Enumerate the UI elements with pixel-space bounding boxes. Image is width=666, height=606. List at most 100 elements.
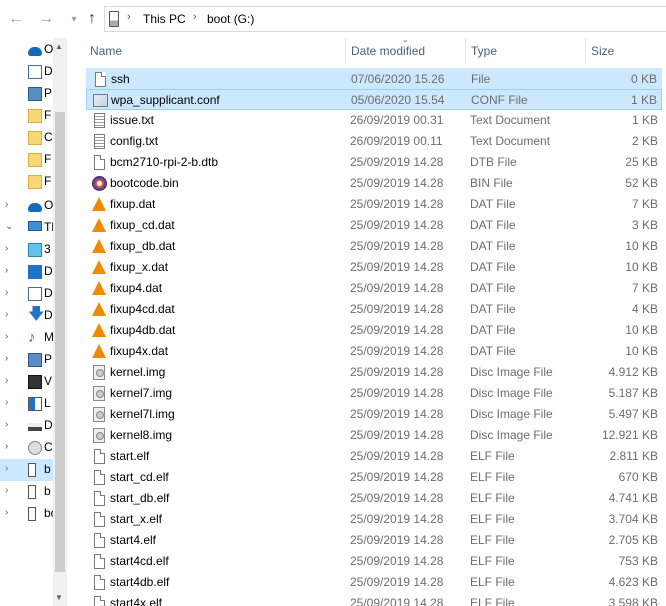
nav-item[interactable]: › ♪ M [0, 327, 53, 349]
file-row[interactable]: fixup_db.dat 25/09/2019 14.28 DAT File 10 K… [86, 236, 662, 257]
nav-item[interactable]: › O [0, 195, 53, 217]
up-arrow-icon[interactable]: ↑ [82, 9, 102, 29]
nav-item[interactable]: › bo [0, 503, 53, 525]
file-row[interactable]: config.txt 26/09/2019 00.11 Text Document 2… [86, 131, 662, 152]
file-type: CONF File [471, 93, 528, 107]
file-name: bcm2710-rpi-2-b.dtb [110, 155, 219, 169]
expand-chevron-icon[interactable]: › [5, 265, 8, 276]
expand-chevron-icon[interactable]: › [5, 485, 8, 496]
file-row[interactable]: start4x.elf 25/09/2019 14.28 ELF File 3.598… [86, 593, 662, 606]
expand-chevron-icon[interactable]: › [5, 243, 8, 254]
column-header-type[interactable]: Type [471, 44, 497, 58]
file-row[interactable]: fixup4cd.dat 25/09/2019 14.28 DAT File 4 KB [86, 299, 662, 320]
file-row[interactable]: start_x.elf 25/09/2019 14.28 ELF File 3.704… [86, 509, 662, 530]
expand-chevron-icon[interactable]: › [5, 309, 8, 320]
nav-item[interactable]: O [0, 39, 53, 61]
expand-chevron-icon[interactable]: › [5, 463, 8, 474]
file-row[interactable]: start.elf 25/09/2019 14.28 ELF File 2.811 K… [86, 446, 662, 467]
back-arrow-icon[interactable]: ← [6, 9, 26, 29]
nav-item[interactable]: › D [0, 415, 53, 437]
file-row[interactable]: start_cd.elf 25/09/2019 14.28 ELF File 670 … [86, 467, 662, 488]
nav-item[interactable]: F [0, 149, 53, 171]
file-row[interactable]: fixup.dat 25/09/2019 14.28 DAT File 7 KB [86, 194, 662, 215]
file-type: DTB File [470, 155, 517, 169]
forward-arrow-icon[interactable]: → [36, 9, 56, 29]
nav-item[interactable]: › 3 [0, 239, 53, 261]
scroll-up-icon[interactable]: ▲ [55, 42, 63, 51]
file-date-modified: 26/09/2019 00.11 [350, 134, 443, 148]
nav-item[interactable]: P [0, 83, 53, 105]
breadcrumb-separator[interactable]: › [127, 11, 131, 23]
file-type: BIN File [470, 176, 513, 190]
nav-item-label: bo [44, 506, 53, 520]
file-row[interactable]: start_db.elf 25/09/2019 14.28 ELF File 4.74… [86, 488, 662, 509]
nav-scrollbar-thumb[interactable] [55, 112, 65, 572]
file-row[interactable]: kernel7.img 25/09/2019 14.28 Disc Image Fi… [86, 383, 662, 404]
file-row[interactable]: fixup_cd.dat 25/09/2019 14.28 DAT File 3 KB [86, 215, 662, 236]
column-header-name[interactable]: Name [90, 44, 122, 58]
file-size: 4.912 KB [608, 365, 658, 379]
nav-item[interactable]: › C [0, 437, 53, 459]
expand-chevron-icon[interactable]: › [5, 397, 8, 408]
file-row[interactable]: fixup4.dat 25/09/2019 14.28 DAT File 7 KB [86, 278, 662, 299]
expand-chevron-icon[interactable]: › [5, 287, 8, 298]
breadcrumb-boot-drive[interactable]: boot (G:) [207, 12, 254, 26]
expand-chevron-icon[interactable]: › [5, 199, 8, 210]
nav-item-label: D [44, 418, 53, 432]
file-row[interactable]: kernel.img 25/09/2019 14.28 Disc Image Fil… [86, 362, 662, 383]
nav-item[interactable]: F [0, 171, 53, 193]
file-row[interactable]: kernel8.img 25/09/2019 14.28 Disc Image Fi… [86, 425, 662, 446]
nav-item-label: F [44, 108, 52, 122]
nav-item[interactable]: D [0, 61, 53, 83]
file-row[interactable]: fixup4x.dat 25/09/2019 14.28 DAT File 10 KB [86, 341, 662, 362]
expand-chevron-icon[interactable]: › [5, 353, 8, 364]
nav-item[interactable]: F [0, 105, 53, 127]
file-icon [94, 533, 105, 548]
column-divider[interactable] [465, 38, 466, 63]
nav-scrollbar[interactable]: ▲ ▼ [53, 38, 67, 606]
file-row[interactable]: start4cd.elf 25/09/2019 14.28 ELF File 753 … [86, 551, 662, 572]
file-name: fixup_x.dat [110, 260, 169, 274]
nav-item[interactable]: › V [0, 371, 53, 393]
file-row[interactable]: issue.txt 26/09/2019 00.31 Text Document 1 … [86, 110, 662, 131]
file-row[interactable]: start4db.elf 25/09/2019 14.28 ELF File 4.62… [86, 572, 662, 593]
file-type: File [471, 72, 491, 86]
nav-item[interactable]: › b [0, 459, 53, 481]
breadcrumb-this-pc[interactable]: This PC [143, 12, 186, 26]
scroll-down-icon[interactable]: ▼ [55, 593, 63, 602]
file-icon [94, 449, 105, 464]
nav-item[interactable]: › P [0, 349, 53, 371]
file-row[interactable]: fixup_x.dat 25/09/2019 14.28 DAT File 10 KB [86, 257, 662, 278]
nav-item[interactable]: › b [0, 481, 53, 503]
collapse-chevron-icon[interactable]: ⌄ [5, 221, 13, 232]
file-row[interactable]: start4.elf 25/09/2019 14.28 ELF File 2.705 … [86, 530, 662, 551]
recent-locations-chevron-icon[interactable]: ▾ [64, 10, 84, 30]
column-divider[interactable] [345, 38, 346, 63]
expand-chevron-icon[interactable]: › [5, 507, 8, 518]
file-row[interactable]: bootcode.bin 25/09/2019 14.28 BIN File 52 K… [86, 173, 662, 194]
expand-chevron-icon[interactable]: › [5, 419, 8, 430]
column-divider[interactable] [585, 38, 586, 63]
expand-chevron-icon[interactable]: › [5, 441, 8, 452]
nav-item[interactable]: ⌄ Th [0, 217, 53, 239]
column-header-date-modified[interactable]: Date modified [351, 44, 425, 58]
address-bar[interactable]: › This PC › boot (G:) [104, 6, 666, 32]
nav-item[interactable]: › L [0, 393, 53, 415]
nav-item[interactable]: C [0, 127, 53, 149]
expand-chevron-icon[interactable]: › [5, 375, 8, 386]
file-date-modified: 25/09/2019 14.28 [350, 428, 444, 442]
expand-chevron-icon[interactable]: › [5, 331, 8, 342]
vlc-icon [92, 323, 106, 337]
file-row[interactable]: bcm2710-rpi-2-b.dtb 25/09/2019 14.28 DTB F… [86, 152, 662, 173]
file-type: DAT File [470, 260, 516, 274]
file-row[interactable]: kernel7l.img 25/09/2019 14.28 Disc Image F… [86, 404, 662, 425]
file-row[interactable]: ssh 07/06/2020 15.26 File 0 KB [86, 68, 662, 89]
nav-item[interactable]: › 🡇 D [0, 305, 53, 327]
file-row[interactable]: wpa_supplicant.conf 05/06/2020 15.54 CONF … [86, 89, 662, 110]
file-date-modified: 25/09/2019 14.28 [350, 449, 444, 463]
column-header-size[interactable]: Size [591, 44, 614, 58]
file-row[interactable]: fixup4db.dat 25/09/2019 14.28 DAT File 10 K… [86, 320, 662, 341]
breadcrumb-separator[interactable]: › [193, 11, 197, 23]
nav-item[interactable]: › D [0, 283, 53, 305]
nav-item[interactable]: › D [0, 261, 53, 283]
